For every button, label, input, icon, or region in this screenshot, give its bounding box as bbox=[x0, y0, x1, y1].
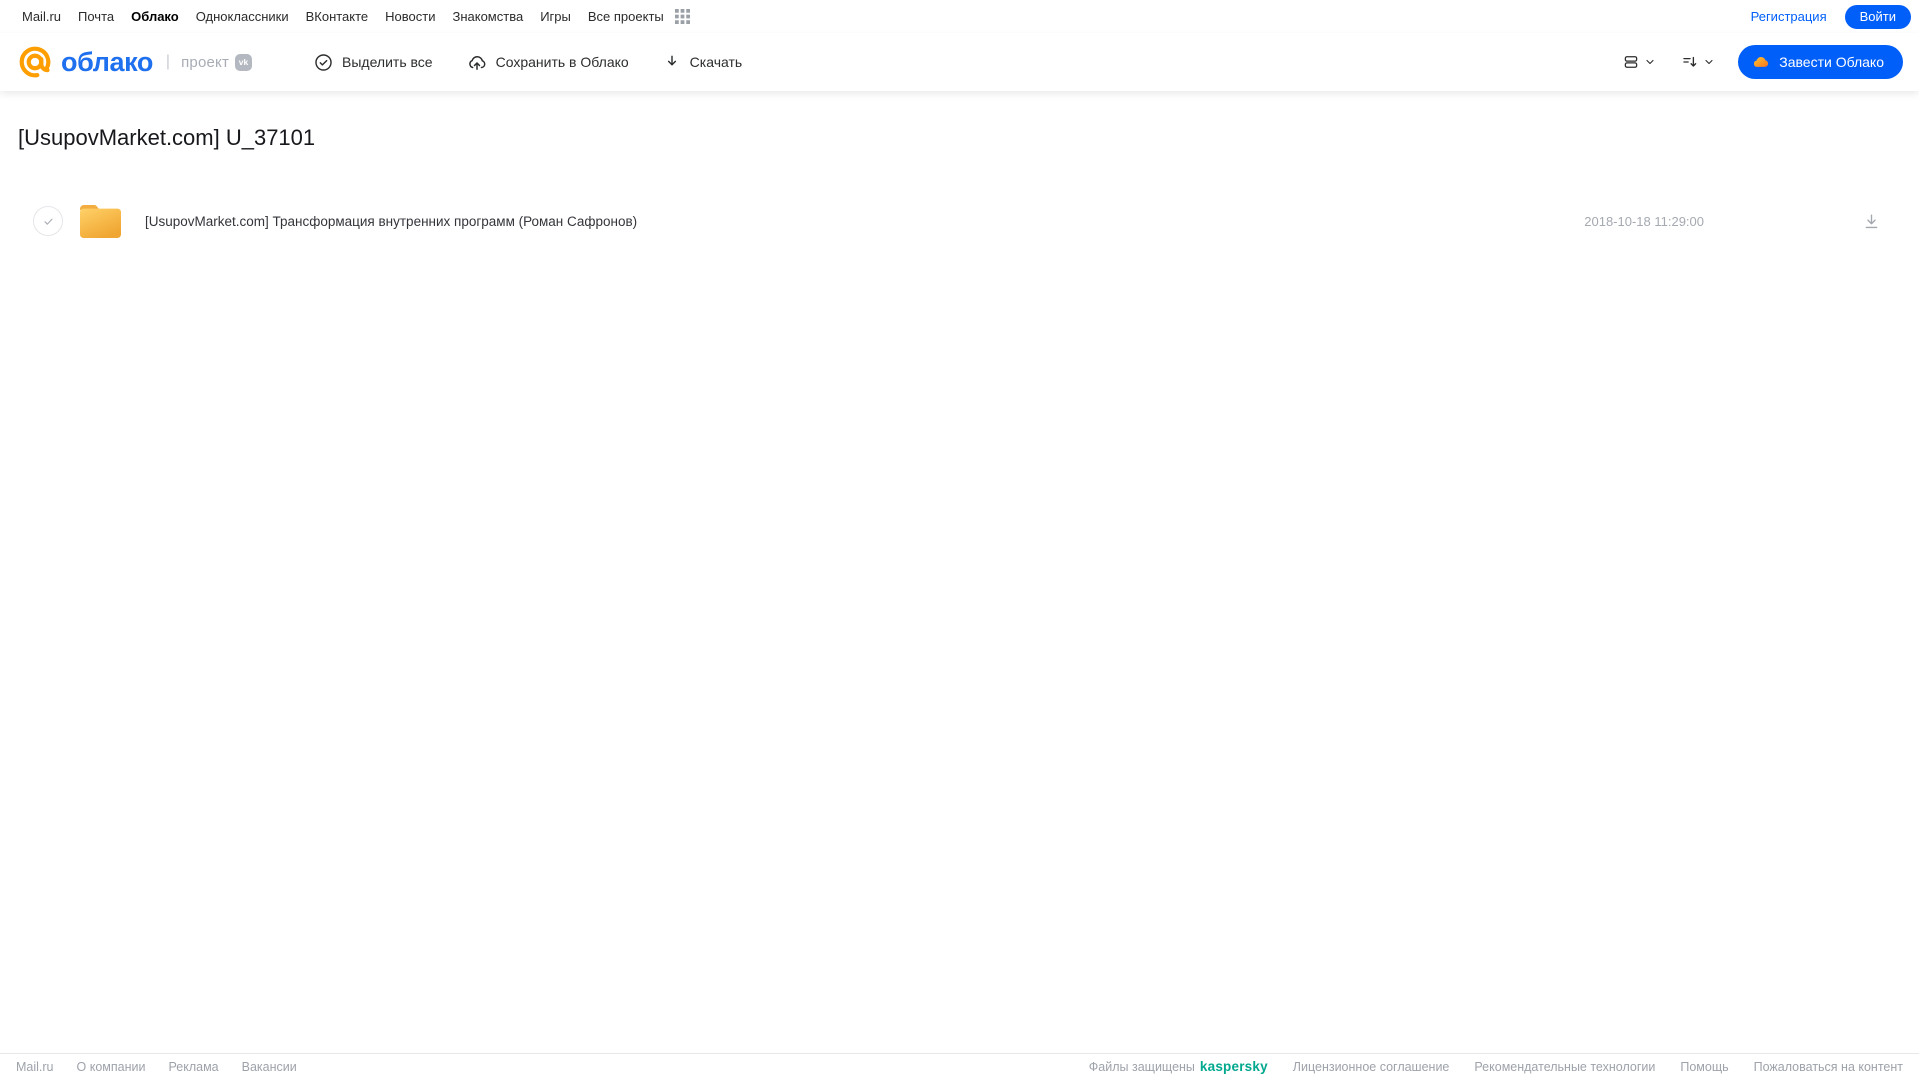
page-title: [UsupovMarket.com] U_37101 bbox=[18, 125, 316, 150]
registration-link[interactable]: Регистрация bbox=[1751, 9, 1827, 24]
project-label: проект bbox=[181, 53, 230, 71]
nav-pochta[interactable]: Почта bbox=[78, 9, 114, 24]
save-to-cloud-button[interactable]: Сохранить в Облако bbox=[467, 52, 629, 72]
nav-all-projects[interactable]: Все проекты bbox=[588, 9, 664, 24]
select-all-button[interactable]: Выделить все bbox=[314, 53, 433, 72]
footer-link-license[interactable]: Лицензионное соглашение bbox=[1293, 1060, 1450, 1074]
portal-nav: Mail.ru Почта Облако Одноклассники ВКонт… bbox=[0, 0, 1919, 33]
cloud-icon bbox=[1752, 53, 1770, 71]
cloud-upload-icon bbox=[467, 52, 487, 72]
apps-grid-icon[interactable] bbox=[674, 9, 690, 24]
folder-icon[interactable] bbox=[78, 202, 123, 240]
main-content: [UsupovMarket.com] U_37101 [UsupovMarket… bbox=[0, 91, 1919, 1053]
row-checkbox[interactable] bbox=[33, 206, 63, 236]
logo-divider: | bbox=[165, 53, 171, 70]
list-view-icon bbox=[1622, 53, 1640, 71]
nav-mailru[interactable]: Mail.ru bbox=[22, 9, 61, 24]
sort-control[interactable] bbox=[1681, 53, 1715, 71]
protected-label: Файлы защищены bbox=[1088, 1059, 1195, 1074]
footer-link-ads[interactable]: Реклама bbox=[168, 1060, 218, 1074]
footer-link-recommendations[interactable]: Рекомендательные технологии bbox=[1474, 1060, 1655, 1074]
download-icon bbox=[663, 53, 681, 71]
nav-igry[interactable]: Игры bbox=[540, 9, 571, 24]
cloud-logo[interactable]: облако | проект vk bbox=[16, 43, 253, 81]
nav-vkontakte[interactable]: ВКонтакте bbox=[306, 9, 369, 24]
row-download-icon[interactable] bbox=[1862, 212, 1881, 231]
download-label: Скачать bbox=[689, 54, 743, 70]
create-cloud-label: Завести Облако bbox=[1779, 54, 1884, 70]
nav-odnoklassniki[interactable]: Одноклассники bbox=[196, 9, 289, 24]
login-button[interactable]: Войти bbox=[1844, 4, 1911, 29]
header-right-controls: Завести Облако bbox=[1622, 45, 1903, 79]
download-button[interactable]: Скачать bbox=[663, 53, 743, 71]
chevron-down-icon bbox=[1644, 56, 1656, 68]
nav-znakomstva[interactable]: Знакомства bbox=[452, 9, 523, 24]
file-name-link[interactable]: [UsupovMarket.com] Трансформация внутрен… bbox=[145, 214, 637, 229]
footer-right-links: Файлы защищены kaspersky Лицензионное со… bbox=[1089, 1059, 1903, 1074]
sort-icon bbox=[1681, 53, 1699, 71]
toolbar: Выделить все Сохранить в Облако Скачать bbox=[314, 52, 742, 72]
check-icon bbox=[41, 214, 56, 229]
chevron-down-icon bbox=[1703, 56, 1715, 68]
footer: Mail.ru О компании Реклама Вакансии Файл… bbox=[0, 1053, 1919, 1079]
view-mode-control[interactable] bbox=[1622, 53, 1656, 71]
nav-oblako[interactable]: Облако bbox=[131, 9, 179, 24]
check-circle-icon bbox=[314, 53, 333, 72]
kaspersky-logo[interactable]: kaspersky bbox=[1200, 1059, 1268, 1074]
create-cloud-button[interactable]: Завести Облако bbox=[1738, 45, 1903, 79]
logo-wordmark: облако bbox=[61, 46, 153, 77]
footer-link-report[interactable]: Пожаловаться на контент bbox=[1754, 1060, 1903, 1074]
vk-icon: vk bbox=[235, 53, 253, 71]
footer-link-help[interactable]: Помощь bbox=[1680, 1060, 1728, 1074]
footer-left-links: Mail.ru О компании Реклама Вакансии bbox=[16, 1060, 297, 1074]
file-row[interactable]: [UsupovMarket.com] Трансформация внутрен… bbox=[16, 201, 1903, 241]
header: облако | проект vk Выделить все Сохранит… bbox=[0, 33, 1919, 91]
file-date: 2018-10-18 11:29:00 bbox=[1584, 213, 1704, 229]
footer-link-jobs[interactable]: Вакансии bbox=[242, 1060, 297, 1074]
save-to-cloud-label: Сохранить в Облако bbox=[495, 54, 629, 70]
nav-novosti[interactable]: Новости bbox=[385, 9, 435, 24]
footer-link-mailru[interactable]: Mail.ru bbox=[16, 1060, 54, 1074]
kaspersky-protected: Файлы защищены kaspersky bbox=[1089, 1059, 1268, 1074]
select-all-label: Выделить все bbox=[342, 54, 433, 70]
footer-link-company[interactable]: О компании bbox=[77, 1060, 146, 1074]
mailru-at-icon bbox=[16, 43, 54, 81]
